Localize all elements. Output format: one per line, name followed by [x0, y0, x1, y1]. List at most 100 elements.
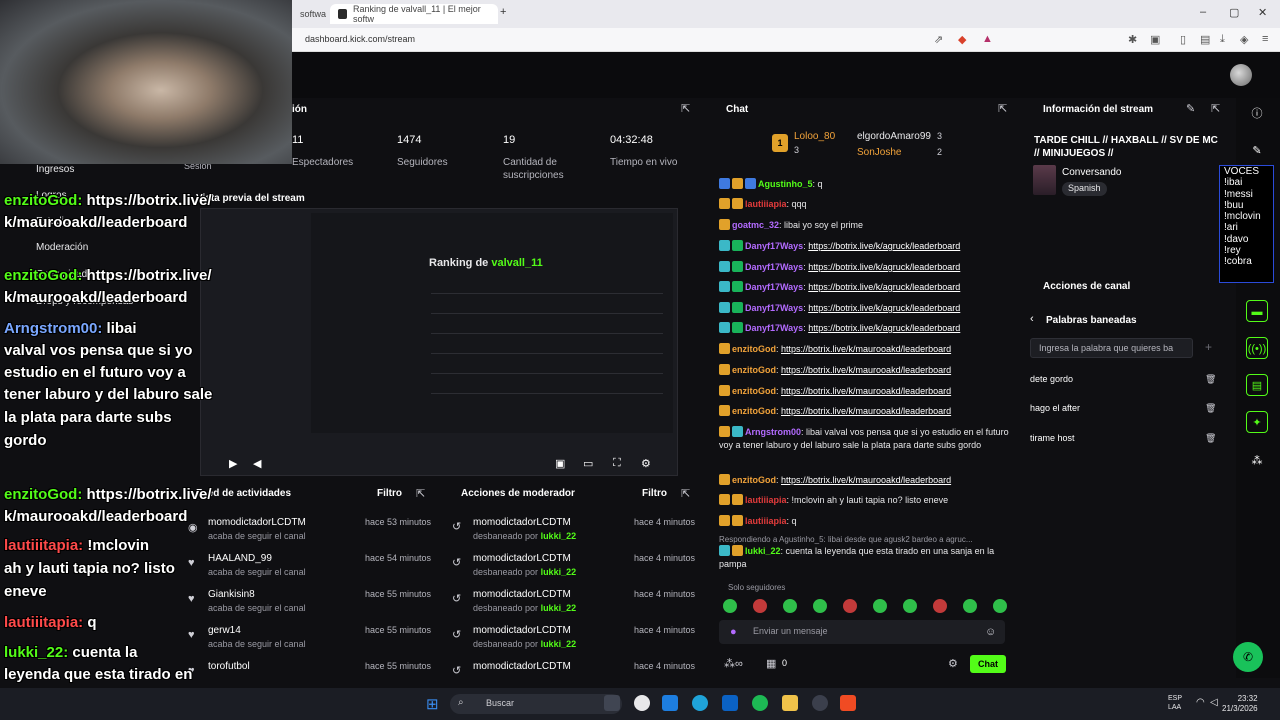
spotify-icon[interactable]	[752, 695, 768, 711]
rewards-icon[interactable]: ▲	[982, 33, 993, 45]
chat-username[interactable]: Danyf17Ways	[745, 241, 803, 251]
chat-link[interactable]: https://botrix.live/k/maurooakd/leaderbo…	[781, 344, 951, 354]
popout-icon[interactable]: ⇱	[1211, 102, 1220, 115]
activity-user[interactable]: Giankisin8	[208, 589, 255, 600]
settings-icon[interactable]: ⚙	[641, 457, 651, 470]
chat-username[interactable]: Danyf17Ways	[745, 323, 803, 333]
support-button[interactable]: ✆	[1233, 642, 1263, 672]
chat-username[interactable]: enzitoGod	[732, 365, 776, 375]
chat-link[interactable]: https://botrix.live/k/agruck/leaderboard	[808, 323, 960, 333]
chat-username[interactable]: Danyf17Ways	[745, 262, 803, 272]
language-indicator[interactable]: ESP LAA	[1168, 694, 1182, 712]
chat-link[interactable]: https://botrix.live/k/maurooakd/leaderbo…	[781, 386, 951, 396]
moderator-name[interactable]: lukki_22	[541, 567, 577, 577]
screenshot-icon[interactable]: ▣	[1150, 33, 1160, 46]
mic-icon[interactable]: ●	[730, 626, 737, 638]
trash-icon[interactable]: 🗑	[1205, 403, 1216, 414]
emote-icon[interactable]	[723, 599, 737, 613]
category-name[interactable]: Conversando	[1062, 167, 1121, 178]
mod-action-user[interactable]: momodictadorLCDTM	[473, 517, 571, 528]
chat-username[interactable]: enzitoGod	[732, 406, 776, 416]
user-avatar[interactable]	[1230, 64, 1252, 86]
popout-icon[interactable]: ⇱	[998, 102, 1007, 115]
extensions-icon[interactable]: ✱	[1128, 33, 1137, 46]
minimize-icon[interactable]: –	[1200, 6, 1206, 18]
chat-link[interactable]: https://botrix.live/k/maurooakd/leaderbo…	[781, 406, 951, 416]
theatre-icon[interactable]: ▭	[583, 457, 593, 470]
chat-username[interactable]: Agustinho_5	[758, 179, 813, 189]
popout-icon[interactable]: ⇱	[681, 487, 690, 500]
top-gifter-2[interactable]: elgordoAmaro99	[857, 131, 931, 142]
fullscreen-icon[interactable]: ⛶	[613, 457, 621, 470]
vpn-icon[interactable]: ◈	[1240, 33, 1248, 46]
clock[interactable]: 23:32 21/3/2026	[1222, 694, 1258, 714]
mod-action-user[interactable]: momodictadorLCDTM	[473, 661, 571, 672]
mod-filter-button[interactable]: Filtro	[642, 488, 667, 499]
trash-icon[interactable]: 🗑	[1205, 433, 1216, 444]
moderator-name[interactable]: lukki_22	[541, 531, 577, 541]
activity-filter-button[interactable]: Filtro	[377, 488, 402, 499]
close-window-icon[interactable]: ✕	[1258, 6, 1267, 19]
chat-username[interactable]: lautiiiapia	[745, 495, 787, 505]
popout-icon[interactable]: ⇱	[681, 102, 690, 115]
chat-link[interactable]: https://botrix.live/k/maurooakd/leaderbo…	[781, 365, 951, 375]
emote-icon[interactable]	[933, 599, 947, 613]
top-gifter-1[interactable]: Loloo_80	[794, 131, 835, 142]
chat-username[interactable]: Arngstrom00	[745, 427, 801, 437]
stream-preview[interactable]: Ranking de valvall_11 ▶ ◀ ▣ ▭ ⛶ ⚙	[200, 208, 678, 476]
task-view-icon[interactable]	[604, 695, 620, 711]
sidebar-icon[interactable]: ▯	[1180, 33, 1186, 46]
store-icon[interactable]	[722, 695, 738, 711]
emote-icon[interactable]	[993, 599, 1007, 613]
mod-tools-icon[interactable]: ▤	[1246, 374, 1268, 396]
wifi-icon[interactable]: ◠	[1196, 697, 1205, 708]
moderator-name[interactable]: lukki_22	[541, 603, 577, 613]
chat-username[interactable]: enzitoGod	[732, 475, 776, 485]
popout-icon[interactable]: ⇱	[416, 487, 425, 500]
chat-username[interactable]: goatmc_32	[732, 220, 779, 230]
emote-icon[interactable]	[783, 599, 797, 613]
emote-icon[interactable]	[753, 599, 767, 613]
mod-action-user[interactable]: momodictadorLCDTM	[473, 625, 571, 636]
emotes-icon[interactable]: ⁂	[1246, 450, 1268, 472]
folder-icon[interactable]	[782, 695, 798, 711]
chat-settings-icon[interactable]: ⚙	[948, 657, 958, 670]
category-thumbnail[interactable]	[1033, 165, 1056, 195]
nav-ingresos[interactable]: Ingresos	[36, 164, 74, 175]
browser-tab-2[interactable]: Ranking de valvall_11 | El mejor softw	[330, 4, 498, 24]
emote-icon[interactable]	[873, 599, 887, 613]
new-tab-button[interactable]: +	[500, 6, 506, 18]
play-icon[interactable]: ▶	[229, 457, 237, 470]
chat-link[interactable]: https://botrix.live/k/agruck/leaderboard	[808, 262, 960, 272]
emote-icon[interactable]	[843, 599, 857, 613]
send-chat-button[interactable]: Chat	[970, 655, 1006, 673]
share-icon[interactable]: ⇗	[934, 33, 943, 46]
brave-icon[interactable]	[840, 695, 856, 711]
emote-icon[interactable]	[963, 599, 977, 613]
nav-moderacion[interactable]: Moderación	[36, 242, 88, 253]
activity-user[interactable]: HAALAND_99	[208, 553, 272, 564]
app-icon[interactable]	[662, 695, 678, 711]
chat-link[interactable]: https://botrix.live/k/agruck/leaderboard	[808, 241, 960, 251]
back-icon[interactable]: ‹	[1030, 313, 1034, 325]
chat-username[interactable]: enzitoGod	[732, 386, 776, 396]
info-icon[interactable]: ⓘ	[1246, 103, 1268, 125]
volume-icon[interactable]: ◁	[1210, 697, 1218, 708]
edit-icon[interactable]: ✎	[1186, 102, 1195, 115]
wallet-icon[interactable]: ▤	[1200, 33, 1210, 46]
volume-icon[interactable]: ◀	[253, 457, 261, 470]
emote-icon[interactable]	[813, 599, 827, 613]
menu-icon[interactable]: ≡	[1262, 33, 1268, 45]
maximize-icon[interactable]: ▢	[1229, 6, 1239, 19]
chat-link[interactable]: https://botrix.live/k/agruck/leaderboard	[808, 282, 960, 292]
obs-icon[interactable]	[634, 695, 650, 711]
mod-action-user[interactable]: momodictadorLCDTM	[473, 553, 571, 564]
broadcast-icon[interactable]: ((•))	[1246, 337, 1268, 359]
chat-username[interactable]: enzitoGod	[732, 344, 776, 354]
points-icon[interactable]: ▦	[766, 657, 776, 670]
chat-link[interactable]: https://botrix.live/k/agruck/leaderboard	[808, 303, 960, 313]
mod-action-user[interactable]: momodictadorLCDTM	[473, 589, 571, 600]
chat-username[interactable]: Danyf17Ways	[745, 303, 803, 313]
trash-icon[interactable]: 🗑	[1205, 374, 1216, 385]
emote-icon[interactable]	[903, 599, 917, 613]
